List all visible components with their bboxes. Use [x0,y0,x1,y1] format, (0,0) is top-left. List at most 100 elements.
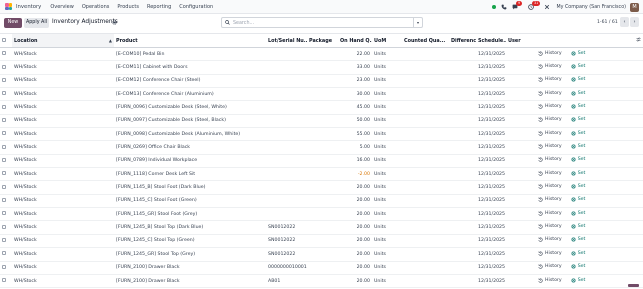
set-button[interactable]: Set [571,278,585,283]
cell-counted-quantity[interactable] [402,274,449,289]
apply-all-button[interactable]: Apply All [24,18,49,28]
cell-counted-quantity[interactable] [402,220,449,235]
cell-counted-quantity[interactable] [402,167,449,182]
table-row[interactable]: WH/Stock [E-COM12] Conference Chair (Ste… [0,74,643,89]
history-button[interactable]: History [538,104,562,109]
history-button[interactable]: History [538,131,562,136]
search-input[interactable]: Search... [233,21,254,26]
column-header-difference[interactable]: Difference [449,33,476,48]
history-button[interactable]: History [538,184,562,189]
set-button[interactable]: Set [571,224,585,229]
history-button[interactable]: History [538,278,562,283]
row-checkbox[interactable] [0,180,12,195]
table-row[interactable]: WH/Stock [FURN_1145_GR] Stool Foot (Grey… [0,207,643,222]
column-header-on-hand-quantity[interactable]: On Hand Q... [338,33,372,48]
table-row[interactable]: WH/Stock [FURN_0789] Individual Workplac… [0,154,643,169]
set-button[interactable]: Set [571,64,585,69]
menu-configuration[interactable]: Configuration [179,4,213,10]
pager-next-button[interactable]: › [630,17,639,27]
history-button[interactable]: History [538,144,562,149]
cell-counted-quantity[interactable] [402,74,449,89]
row-checkbox[interactable] [0,194,12,209]
set-button[interactable]: Set [571,104,585,109]
set-button[interactable]: Set [571,144,585,149]
cell-counted-quantity[interactable] [402,154,449,169]
activity-clock-icon[interactable]: 31 [528,1,540,10]
cell-counted-quantity[interactable] [402,180,449,195]
cell-counted-quantity[interactable] [402,140,449,155]
row-checkbox[interactable] [0,154,12,169]
row-checkbox[interactable] [0,74,12,89]
history-button[interactable]: History [538,77,562,82]
history-button[interactable]: History [538,211,562,216]
new-button[interactable]: New [4,18,22,28]
column-header-location[interactable]: Location ▲ [12,33,114,48]
select-all-checkbox[interactable] [0,33,12,48]
row-checkbox[interactable] [0,114,12,129]
cell-counted-quantity[interactable] [402,114,449,129]
row-checkbox[interactable] [0,140,12,155]
table-row[interactable]: WH/Stock [FURN_1145_C] Stool Foot (Green… [0,194,643,209]
set-button[interactable]: Set [571,251,585,256]
pager-value[interactable]: 1-61 / 61 [597,20,618,25]
set-button[interactable]: Set [571,77,585,82]
set-button[interactable]: Set [571,197,585,202]
row-checkbox[interactable] [0,207,12,222]
cell-counted-quantity[interactable] [402,60,449,75]
set-button[interactable]: Set [571,51,585,56]
optional-columns-toggle-icon[interactable] [536,33,643,48]
row-checkbox[interactable] [0,220,12,235]
cell-counted-quantity[interactable] [402,47,449,62]
cell-counted-quantity[interactable] [402,234,449,249]
cell-counted-quantity[interactable] [402,100,449,115]
row-checkbox[interactable] [0,100,12,115]
history-button[interactable]: History [538,117,562,122]
history-button[interactable]: History [538,91,562,96]
column-header-scheduled-date[interactable]: Schedule... [476,33,506,48]
table-row[interactable]: WH/Stock [E-COM10] Pedal Bin 22.00 Units… [0,47,643,62]
cell-counted-quantity[interactable] [402,87,449,102]
row-checkbox[interactable] [0,247,12,262]
set-button[interactable]: Set [571,157,585,162]
phone-icon[interactable] [501,4,507,10]
set-button[interactable]: Set [571,237,585,242]
history-button[interactable]: History [538,157,562,162]
set-button[interactable]: Set [571,131,585,136]
set-button[interactable]: Set [571,117,585,122]
table-row[interactable]: WH/Stock [FURN_2100] Drawer Black AB01 2… [0,274,643,289]
column-header-counted-quantity[interactable]: Counted Qua... [402,33,449,48]
history-button[interactable]: History [538,264,562,269]
history-button[interactable]: History [538,237,562,242]
row-checkbox[interactable] [0,261,12,275]
history-button[interactable]: History [538,224,562,229]
pager-previous-button[interactable]: ‹ [620,17,629,27]
table-row[interactable]: WH/Stock [E-COM13] Conference Chair (Alu… [0,87,643,102]
history-button[interactable]: History [538,171,562,176]
table-row[interactable]: WH/Stock [FURN_0096] Customizable Desk (… [0,100,643,115]
gear-icon[interactable] [112,19,117,27]
table-row[interactable]: WH/Stock [FURN_0097] Customizable Desk (… [0,114,643,129]
column-header-lot-serial[interactable]: Lot/Serial Nu... [266,33,307,48]
table-row[interactable]: WH/Stock [FURN_0269] Office Chair Black … [0,140,643,155]
table-row[interactable]: WH/Stock [FURN_0098] Customizable Desk (… [0,127,643,142]
cell-counted-quantity[interactable] [402,127,449,142]
column-header-user[interactable]: User [506,33,536,48]
tools-icon[interactable] [544,4,550,10]
table-row[interactable]: WH/Stock [FURN_1245_B] Stool Top (Dark B… [0,220,643,235]
set-button[interactable]: Set [571,171,585,176]
horizontal-scrollbar[interactable] [628,284,639,287]
menu-operations[interactable]: Operations [82,4,110,10]
row-checkbox[interactable] [0,60,12,75]
column-header-product[interactable]: Product [114,33,266,48]
history-button[interactable]: History [538,251,562,256]
menu-overview[interactable]: Overview [50,4,74,10]
table-row[interactable]: WH/Stock [FURN_1245_C] Stool Top (Green)… [0,234,643,249]
inventory-app-logo[interactable] [5,3,12,10]
row-checkbox[interactable] [0,274,12,289]
cell-counted-quantity[interactable] [402,261,449,275]
history-button[interactable]: History [538,197,562,202]
search-options-toggle[interactable]: ▾ [413,18,422,27]
set-button[interactable]: Set [571,91,585,96]
history-button[interactable]: History [538,51,562,56]
messages-icon[interactable]: 9 [512,1,522,10]
